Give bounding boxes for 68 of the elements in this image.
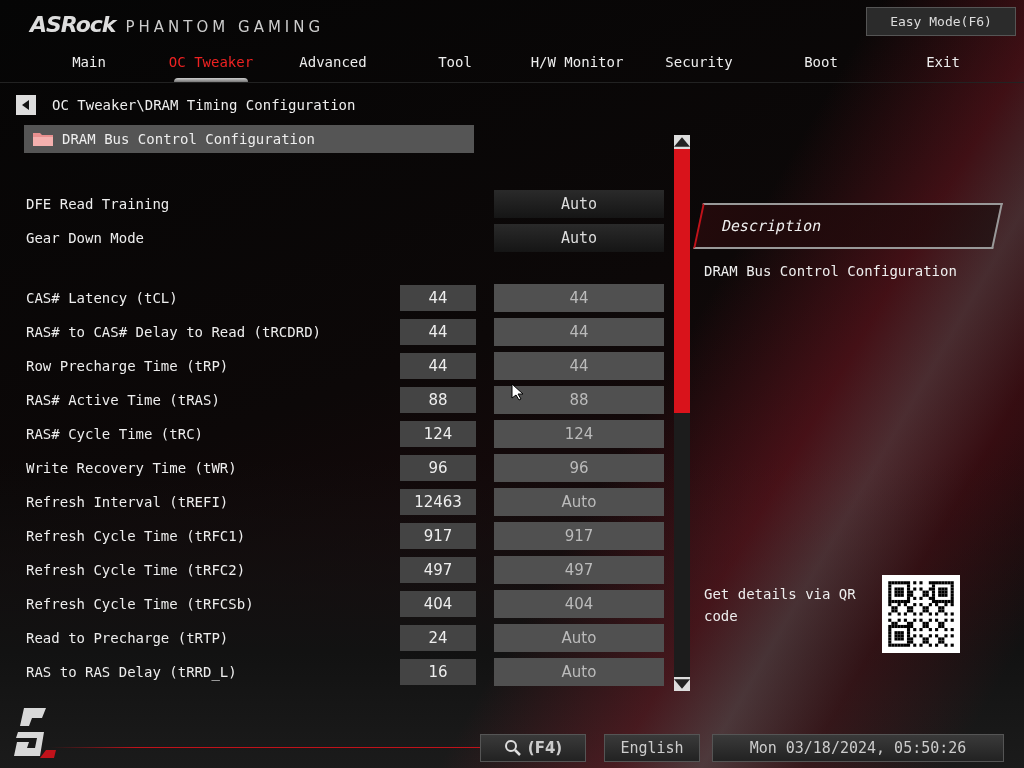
setting-label: CAS# Latency (tCL): [25, 290, 179, 306]
menu-tab[interactable]: Boot: [760, 42, 882, 82]
setting-label: RAS to RAS Delay (tRRD_L): [25, 664, 238, 680]
setting-label: Read to Precharge (tRTP): [25, 630, 230, 646]
setting-field[interactable]: Auto: [494, 190, 664, 218]
description-header: Description: [693, 203, 1003, 249]
description-text: DRAM Bus Control Configuration: [704, 263, 958, 279]
current-value: 124: [400, 421, 476, 447]
qr-code-icon: [882, 575, 960, 653]
qr-hint: Get details via QR code: [704, 585, 857, 626]
brand-logo: ASRock: [30, 11, 116, 37]
setting-field[interactable]: 404: [494, 590, 664, 618]
current-value: 16: [400, 659, 476, 685]
menu-tab[interactable]: H/W Monitor: [516, 42, 638, 82]
current-value: 917: [400, 523, 476, 549]
setting-field[interactable]: 44: [494, 318, 664, 346]
setting-label: RAS# to CAS# Delay to Read (tRCDRD): [25, 324, 322, 340]
setting-field[interactable]: Auto: [494, 658, 664, 686]
scrollbar[interactable]: [674, 135, 690, 691]
setting-field[interactable]: 917: [494, 522, 664, 550]
menu-tab[interactable]: Advanced: [272, 42, 394, 82]
menu-tab[interactable]: Exit: [882, 42, 1004, 82]
date-time: Mon 03/18/2024, 05:50:26: [712, 734, 1004, 762]
setting-field[interactable]: 88: [494, 386, 664, 414]
current-value: 404: [400, 591, 476, 617]
setting-label: RAS# Cycle Time (tRC): [25, 426, 204, 442]
setting-label: DFE Read Training: [25, 196, 171, 212]
back-arrow-icon: [22, 100, 30, 110]
mouse-cursor-icon: [511, 383, 523, 401]
setting-label: Refresh Interval (tREFI): [25, 494, 230, 510]
setting-field[interactable]: 44: [494, 284, 664, 312]
setting-field[interactable]: Auto: [494, 224, 664, 252]
scroll-down-icon[interactable]: [674, 677, 690, 691]
current-value: 24: [400, 625, 476, 651]
setting-label: Row Precharge Time (tRP): [25, 358, 230, 374]
search-icon: [503, 739, 522, 757]
scroll-up-icon[interactable]: [674, 135, 690, 149]
setting-label: Refresh Cycle Time (tRFC1): [25, 528, 247, 544]
current-value: 88: [400, 387, 476, 413]
easy-mode-button[interactable]: Easy Mode(F6): [866, 6, 1016, 36]
current-value: 497: [400, 557, 476, 583]
submenu-item[interactable]: DRAM Bus Control Configuration: [24, 125, 474, 153]
menu-tab[interactable]: Main: [28, 42, 150, 82]
setting-field[interactable]: Auto: [494, 624, 664, 652]
menu-tab[interactable]: OC Tweaker: [150, 42, 272, 82]
setting-field[interactable]: Auto: [494, 488, 664, 516]
current-value: 44: [400, 285, 476, 311]
menu-tab[interactable]: Security: [638, 42, 760, 82]
folder-icon: [32, 131, 54, 147]
back-button[interactable]: [16, 95, 36, 115]
brand-subtitle: PHANTOM GAMING: [125, 17, 325, 36]
setting-field[interactable]: 124: [494, 420, 664, 448]
current-value: 44: [400, 319, 476, 345]
breadcrumb: OC Tweaker\DRAM Timing Configuration: [52, 97, 356, 113]
setting-field[interactable]: 96: [494, 454, 664, 482]
setting-label: RAS# Active Time (tRAS): [25, 392, 221, 408]
setting-field[interactable]: 44: [494, 352, 664, 380]
current-value: 96: [400, 455, 476, 481]
current-value: 44: [400, 353, 476, 379]
current-value: 12463: [400, 489, 476, 515]
search-button[interactable]: (F4): [480, 734, 586, 762]
setting-field[interactable]: 497: [494, 556, 664, 584]
menu-tab[interactable]: Tool: [394, 42, 516, 82]
language-button[interactable]: English: [604, 734, 700, 762]
setting-label: Refresh Cycle Time (tRFC2): [25, 562, 247, 578]
setting-label: Write Recovery Time (tWR): [25, 460, 238, 476]
setting-label: Refresh Cycle Time (tRFCSb): [25, 596, 255, 612]
setting-label: Gear Down Mode: [25, 230, 145, 246]
